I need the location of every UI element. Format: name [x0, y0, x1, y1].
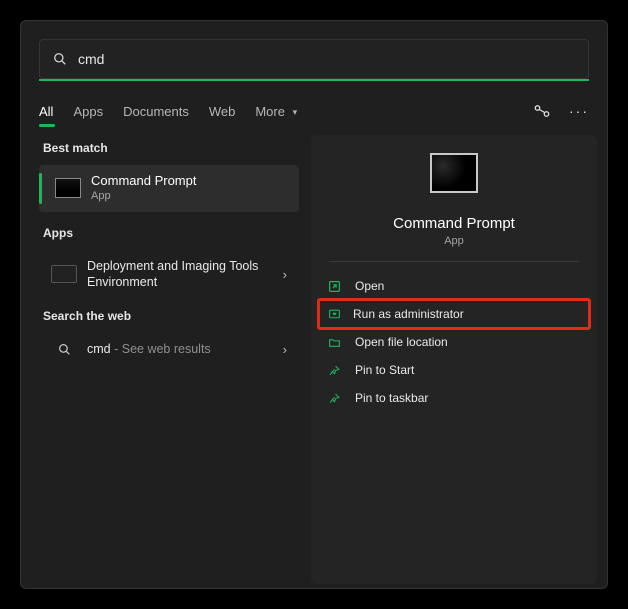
folder-icon — [327, 335, 341, 349]
chevron-right-icon: › — [283, 342, 287, 357]
apps-item-line1: Deployment and Imaging Tools — [87, 259, 258, 273]
action-open-label: Open — [355, 279, 384, 293]
pin-icon — [327, 391, 341, 405]
tab-apps[interactable]: Apps — [73, 104, 103, 119]
preview-subtitle: App — [311, 235, 597, 247]
action-run-admin-label: Run as administrator — [353, 307, 464, 321]
cmd-preview-icon — [430, 153, 478, 193]
shield-admin-icon — [327, 307, 341, 321]
action-open[interactable]: Open — [311, 272, 597, 300]
apps-item-line2: Environment — [87, 275, 157, 289]
tab-more[interactable]: More ▾ — [255, 104, 297, 119]
tab-all[interactable]: All — [39, 104, 53, 119]
apps-result-item[interactable]: Deployment and Imaging Tools Environment… — [39, 250, 299, 299]
cmd-app-icon — [55, 178, 81, 198]
best-match-subtitle: App — [91, 190, 196, 202]
section-apps: Apps — [43, 226, 299, 240]
selection-accent — [39, 173, 42, 204]
web-result-suffix: - See web results — [111, 342, 211, 356]
action-open-location-label: Open file location — [355, 335, 448, 349]
best-match-item[interactable]: Command Prompt App — [39, 165, 299, 212]
app-generic-icon — [51, 265, 77, 283]
chevron-down-icon: ▾ — [293, 107, 298, 118]
action-pin-taskbar-label: Pin to taskbar — [355, 391, 428, 405]
action-open-file-location[interactable]: Open file location — [311, 328, 597, 356]
filter-tabs: All Apps Documents Web More ▾ — [39, 104, 297, 119]
chevron-right-icon: › — [283, 267, 287, 282]
action-pin-to-taskbar[interactable]: Pin to taskbar — [311, 384, 597, 412]
action-pin-to-start[interactable]: Pin to Start — [311, 356, 597, 384]
connect-icon[interactable] — [533, 104, 551, 118]
action-run-as-administrator[interactable]: Run as administrator — [319, 300, 589, 328]
best-match-title: Command Prompt — [91, 173, 196, 188]
more-options-icon[interactable]: ··· — [569, 103, 589, 119]
results-list: Best match Command Prompt App Apps Deplo… — [21, 135, 303, 594]
tab-documents[interactable]: Documents — [123, 104, 189, 119]
web-result-query: cmd — [87, 342, 111, 356]
web-result-item[interactable]: cmd - See web results › — [39, 333, 299, 367]
open-icon — [327, 279, 341, 293]
separator — [329, 261, 579, 262]
section-search-web: Search the web — [43, 309, 299, 323]
search-input[interactable] — [78, 51, 576, 67]
preview-title: Command Prompt — [311, 215, 597, 232]
search-bar[interactable] — [39, 39, 589, 79]
tab-more-label: More — [255, 104, 285, 119]
search-underline — [39, 79, 589, 81]
preview-pane: Command Prompt App Open Run as administr… — [311, 135, 597, 584]
pin-icon — [327, 363, 341, 377]
search-icon — [51, 341, 77, 359]
action-pin-start-label: Pin to Start — [355, 363, 414, 377]
start-search-panel: All Apps Documents Web More ▾ ··· Best m… — [20, 20, 608, 589]
section-best-match: Best match — [43, 141, 299, 155]
search-icon — [52, 51, 68, 67]
tab-web[interactable]: Web — [209, 104, 236, 119]
